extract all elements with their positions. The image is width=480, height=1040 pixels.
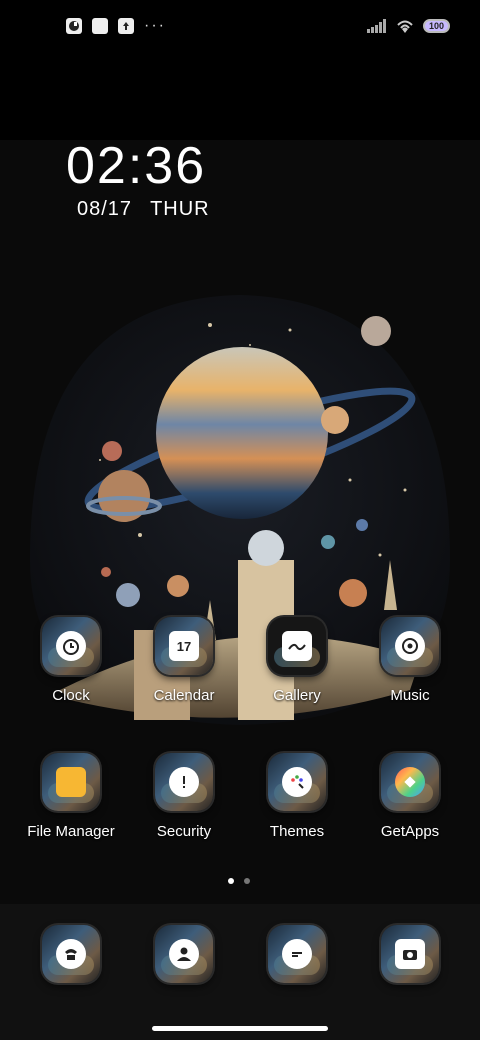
dock-contacts[interactable] <box>126 925 242 983</box>
app-tile <box>268 753 326 811</box>
page-dot-active <box>228 878 234 884</box>
upload-notification-icon <box>118 18 134 34</box>
dock-camera[interactable] <box>352 925 468 983</box>
app-tile <box>155 753 213 811</box>
app-label: Themes <box>269 823 325 840</box>
palette-icon <box>282 767 312 797</box>
folder-icon <box>56 767 86 797</box>
app-label: GetApps <box>380 823 440 840</box>
app-tile <box>268 925 326 983</box>
shield-icon <box>169 767 199 797</box>
notification-icons: ··· <box>66 18 166 34</box>
getapps-icon <box>395 767 425 797</box>
app-themes[interactable]: Themes <box>239 753 355 840</box>
dock-messages[interactable] <box>239 925 355 983</box>
gallery-icon <box>282 631 312 661</box>
clock-widget-date[interactable]: 08/17 THUR <box>77 198 210 221</box>
status-bar: ··· 100 <box>0 0 480 60</box>
date-label: 08/17 <box>77 198 133 220</box>
phone-icon <box>56 939 86 969</box>
app-tile <box>268 617 326 675</box>
contacts-icon <box>169 939 199 969</box>
app-tile <box>42 925 100 983</box>
top-band <box>0 60 480 140</box>
message-icon <box>282 939 312 969</box>
more-notifications-icon: ··· <box>144 17 166 34</box>
gesture-bar[interactable] <box>152 1026 328 1031</box>
camera-icon <box>395 939 425 969</box>
square-notification-icon <box>92 18 108 34</box>
signal-icon <box>366 19 386 33</box>
app-tile <box>42 617 100 675</box>
app-label: Gallery <box>273 687 321 704</box>
app-label: File Manager <box>27 823 115 840</box>
app-tile <box>42 753 100 811</box>
app-clock[interactable]: Clock <box>13 617 129 704</box>
app-notification-icon <box>66 18 82 34</box>
app-label: Calendar <box>153 687 215 704</box>
calendar-icon: 17 <box>169 631 199 661</box>
alarm-clock-icon <box>56 631 86 661</box>
day-label: THUR <box>150 198 210 220</box>
app-label: Music <box>390 687 430 704</box>
page-indicator <box>228 878 250 884</box>
page-dot <box>244 878 250 884</box>
music-disc-icon <box>395 631 425 661</box>
app-music[interactable]: Music <box>352 617 468 704</box>
app-getapps[interactable]: GetApps <box>352 753 468 840</box>
calendar-day-number: 17 <box>176 638 192 654</box>
wifi-icon <box>397 20 413 33</box>
app-tile <box>381 617 439 675</box>
app-gallery[interactable]: Gallery <box>239 617 355 704</box>
app-label: Clock <box>52 687 90 704</box>
app-tile <box>155 925 213 983</box>
system-icons: 100 <box>366 18 450 34</box>
battery-indicator: 100 <box>422 19 450 33</box>
clock-widget-time[interactable]: 02:36 <box>66 136 206 196</box>
dock-phone[interactable] <box>13 925 129 983</box>
battery-level: 100 <box>428 21 444 31</box>
app-security[interactable]: Security <box>126 753 242 840</box>
app-calendar[interactable]: 17 Calendar <box>126 617 242 704</box>
app-tile <box>381 925 439 983</box>
app-tile: 17 <box>155 617 213 675</box>
app-tile <box>381 753 439 811</box>
app-label: Security <box>156 823 212 840</box>
app-file-manager[interactable]: File Manager <box>13 753 129 840</box>
